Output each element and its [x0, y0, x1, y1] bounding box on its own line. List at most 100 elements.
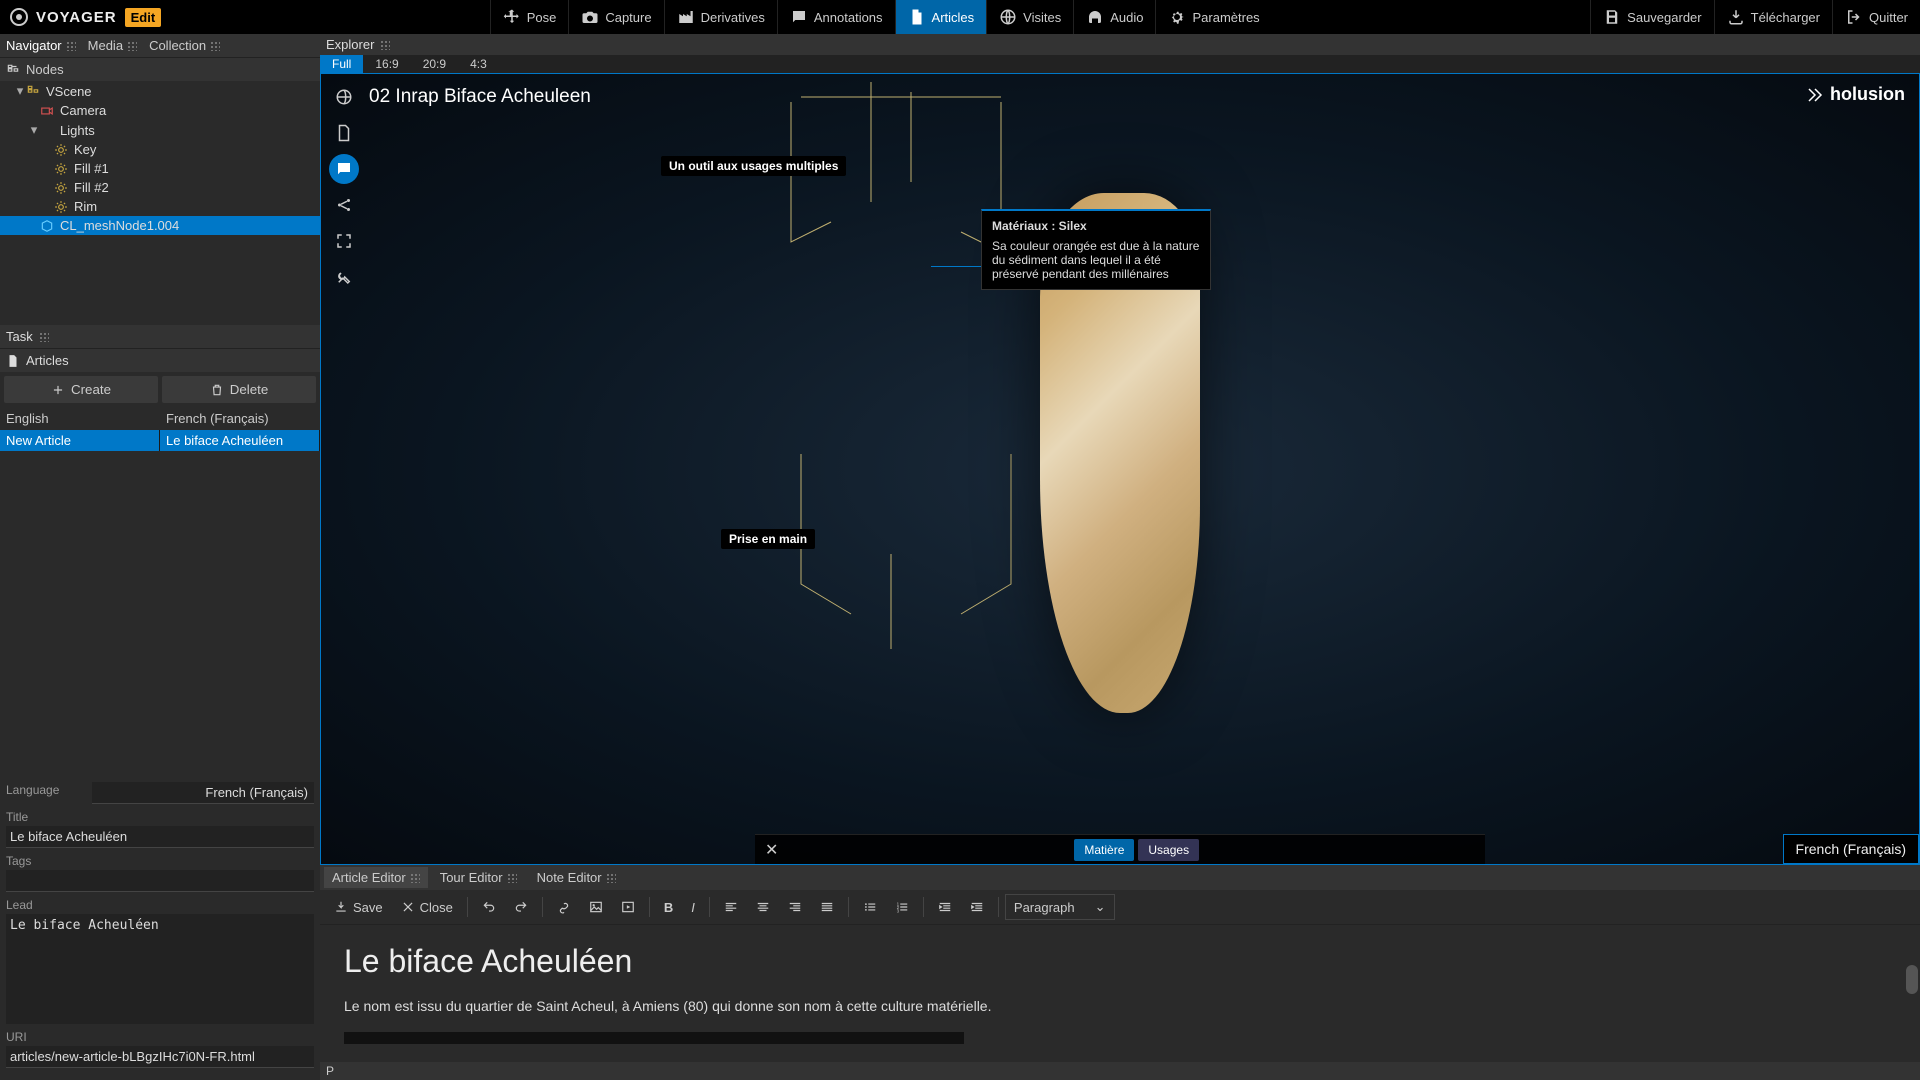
- italic-button[interactable]: I: [683, 895, 703, 920]
- collection-tab[interactable]: Collection: [149, 38, 220, 53]
- tool-fullscreen[interactable]: [329, 226, 359, 256]
- tags-input[interactable]: [6, 870, 314, 892]
- redo-button[interactable]: [506, 895, 536, 919]
- tree-node[interactable]: Fill #1: [0, 159, 320, 178]
- tab-tour-editor[interactable]: Tour Editor: [432, 867, 525, 888]
- tab-audio[interactable]: Audio: [1073, 0, 1155, 34]
- list-ul[interactable]: [855, 895, 885, 919]
- outdent[interactable]: [930, 895, 960, 919]
- hierarchy-icon: [6, 63, 20, 77]
- download-button[interactable]: Télécharger: [1714, 0, 1832, 34]
- language-select[interactable]: French (Français): [92, 782, 314, 804]
- nodes-header: Nodes: [0, 57, 320, 81]
- floating-close[interactable]: ✕: [755, 836, 788, 864]
- align-left[interactable]: [716, 895, 746, 919]
- save-button[interactable]: Sauvegarder: [1590, 0, 1713, 34]
- tool-article[interactable]: [329, 118, 359, 148]
- editor-content[interactable]: Le biface Acheuléen Le nom est issu du q…: [320, 925, 1920, 1062]
- task-section: Articles: [0, 348, 320, 372]
- tab-annotations[interactable]: Annotations: [777, 0, 895, 34]
- article-heading[interactable]: Le biface Acheuléen: [344, 943, 1896, 980]
- chevron-down-icon: ⌄: [1095, 899, 1106, 915]
- tab-note-editor[interactable]: Note Editor: [529, 867, 624, 888]
- link-button[interactable]: [549, 895, 579, 919]
- aspect-209[interactable]: 20:9: [411, 55, 458, 73]
- article-fr[interactable]: Le biface Acheuléen: [160, 430, 320, 451]
- tool-share[interactable]: [329, 190, 359, 220]
- tab-article-editor[interactable]: Article Editor: [324, 867, 428, 888]
- viewport-3d[interactable]: 02 Inrap Biface Acheuleen holusion Un ou: [320, 73, 1920, 865]
- indent[interactable]: [962, 895, 992, 919]
- exit-icon: [1845, 8, 1863, 26]
- aspect-43[interactable]: 4:3: [458, 55, 499, 73]
- comment-icon: [790, 8, 808, 26]
- annotation-bottom[interactable]: Prise en main: [721, 529, 815, 549]
- media-tab[interactable]: Media: [88, 38, 137, 53]
- tags-label: Tags: [6, 854, 314, 868]
- paragraph-select[interactable]: Paragraph ⌄: [1005, 894, 1115, 920]
- redo-icon: [514, 900, 528, 914]
- tab-capture[interactable]: Capture: [568, 0, 663, 34]
- float-tab-usages[interactable]: Usages: [1138, 839, 1199, 861]
- file-icon: [335, 124, 353, 142]
- navigator-tab[interactable]: Navigator: [6, 38, 76, 53]
- annotation-popup[interactable]: Matériaux : Silex Sa couleur orangée est…: [981, 209, 1211, 290]
- save-icon: [1603, 8, 1621, 26]
- float-tab-matiere[interactable]: Matière: [1074, 839, 1134, 861]
- tree-node[interactable]: Fill #2: [0, 178, 320, 197]
- align-center[interactable]: [748, 895, 778, 919]
- file-icon: [908, 8, 926, 26]
- image-button[interactable]: [581, 895, 611, 919]
- edit-badge: Edit: [125, 8, 162, 27]
- tree-node[interactable]: ▾VScene: [0, 81, 320, 101]
- headphones-icon: [1086, 8, 1104, 26]
- tab-settings[interactable]: Paramètres: [1155, 0, 1271, 34]
- tool-globe[interactable]: [329, 82, 359, 112]
- delete-button[interactable]: Delete: [162, 376, 316, 403]
- lead-textarea[interactable]: Le biface Acheuléen: [6, 914, 314, 1024]
- tab-pose[interactable]: Pose: [490, 0, 569, 34]
- editor-close[interactable]: Close: [393, 895, 461, 920]
- scene-tree[interactable]: ▾VSceneCamera▾LightsKeyFill #1Fill #2Rim…: [0, 81, 320, 325]
- tree-node[interactable]: Key: [0, 140, 320, 159]
- left-panel: Navigator Media Collection Nodes ▾VScene…: [0, 34, 320, 1080]
- video-button[interactable]: [613, 895, 643, 919]
- aspect-169[interactable]: 16:9: [363, 55, 410, 73]
- tab-derivatives[interactable]: Derivatives: [664, 0, 777, 34]
- app-name: VOYAGER: [36, 9, 117, 26]
- tool-annotations[interactable]: [329, 154, 359, 184]
- tab-articles[interactable]: Articles: [895, 0, 987, 34]
- title-input[interactable]: [6, 826, 314, 848]
- create-button[interactable]: Create: [4, 376, 158, 403]
- outdent-icon: [938, 900, 952, 914]
- align-justify[interactable]: [812, 895, 842, 919]
- tab-visites[interactable]: Visites: [986, 0, 1073, 34]
- undo-icon: [482, 900, 496, 914]
- uri-input[interactable]: [6, 1046, 314, 1068]
- tree-node[interactable]: ▾Lights: [0, 120, 320, 140]
- aspect-full[interactable]: Full: [320, 55, 363, 73]
- tool-wrench[interactable]: [329, 262, 359, 292]
- article-row[interactable]: New Article Le biface Acheuléen: [0, 430, 320, 451]
- viewport-language[interactable]: French (Français): [1783, 834, 1919, 864]
- article-paragraph[interactable]: Le nom est issu du quartier de Saint Ach…: [344, 998, 1896, 1014]
- list-ol[interactable]: 123: [887, 895, 917, 919]
- globe-icon: [335, 88, 353, 106]
- bold-button[interactable]: B: [656, 895, 681, 920]
- tree-node[interactable]: Rim: [0, 197, 320, 216]
- editor-scrollbar[interactable]: [1906, 965, 1918, 1060]
- lead-label: Lead: [6, 898, 314, 912]
- uri-label: URI: [6, 1030, 314, 1044]
- gear-icon: [1168, 8, 1186, 26]
- exit-button[interactable]: Quitter: [1832, 0, 1920, 34]
- editor-tabs: Article Editor Tour Editor Note Editor: [320, 865, 1920, 890]
- undo-button[interactable]: [474, 895, 504, 919]
- annotation-top[interactable]: Un outil aux usages multiples: [661, 156, 846, 176]
- viewport-toolbar: [329, 82, 359, 292]
- align-right[interactable]: [780, 895, 810, 919]
- factory-icon: [677, 8, 695, 26]
- tree-node[interactable]: Camera: [0, 101, 320, 120]
- article-en[interactable]: New Article: [0, 430, 160, 451]
- editor-save[interactable]: Save: [326, 895, 391, 920]
- tree-node[interactable]: CL_meshNode1.004: [0, 216, 320, 235]
